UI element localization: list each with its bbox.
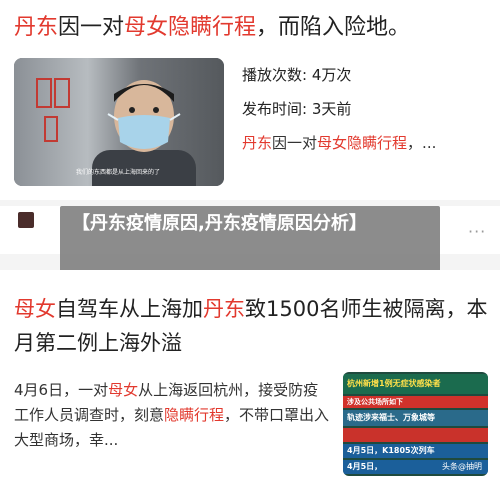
highlight-keyword: 隐瞒行程	[164, 406, 225, 424]
top-card-title[interactable]: 丹东因一对母女隐瞒行程，而陷入险地。	[14, 10, 494, 46]
thumbnail-row: 轨迹涉来福士、万象城等	[343, 410, 488, 426]
thumbnail-headline: 杭州新增1例无症状感染者	[343, 374, 488, 394]
title-text: 因一对	[58, 15, 125, 40]
description-text: ，...	[407, 134, 437, 152]
highlight-keyword: 丹东	[242, 134, 273, 152]
square-icon	[18, 212, 34, 228]
thumbnail-row	[343, 428, 488, 442]
highlight-keyword: 母女隐瞒行程	[317, 134, 408, 152]
thumbnail-row: 4月5日，K1805次列车	[343, 444, 488, 458]
wall-poster-shape	[44, 116, 58, 142]
publish-time: 发布时间: 3天前	[242, 100, 352, 118]
thumbnail-subhead: 涉及公共场所如下	[343, 396, 488, 408]
video-thumbnail[interactable]: 我们的东西都是从上海回来的了	[14, 58, 224, 186]
more-options-icon[interactable]: ···	[468, 222, 486, 241]
news-thumbnail[interactable]: 杭州新增1例无症状感染者 涉及公共场所如下 轨迹涉来福士、万象城等 4月5日，K…	[343, 372, 488, 476]
highlight-keyword: 丹东	[14, 15, 59, 40]
page: 丹东因一对母女隐瞒行程，而陷入险地。 我们的东西都是从上海回来的了 播放次数: …	[0, 0, 500, 483]
article-snippet[interactable]: 4月6日，一对母女从上海返回杭州，接受防疫工作人员调查时，刻意隐瞒行程，不带口罩…	[14, 378, 330, 453]
play-count: 播放次数: 4万次	[242, 66, 352, 84]
highlight-keyword: 母女隐瞒行程	[124, 15, 257, 40]
bottom-card-title[interactable]: 母女自驾车从上海加丹东致1500名师生被隔离，本月第二例上海外溢	[14, 292, 494, 360]
wall-poster-shape	[36, 78, 52, 108]
video-description[interactable]: 丹东因一对母女隐瞒行程，...	[242, 132, 496, 153]
video-caption: 我们的东西都是从上海回来的了	[76, 169, 161, 176]
snippet-text: 4月6日，一对	[14, 381, 109, 399]
title-text: ，而陷入险地。	[256, 15, 411, 40]
highlight-keyword: 母女	[108, 381, 139, 399]
headline-overlay-text: 【丹东疫情原因,丹东疫情原因分析】	[72, 213, 367, 234]
description-text: 因一对	[272, 134, 318, 152]
highlight-keyword: 丹东	[203, 297, 245, 321]
highlight-keyword: 母女	[14, 297, 56, 321]
title-text: 自驾车从上海加	[56, 297, 203, 321]
source-watermark: 头条@抽明	[442, 462, 482, 471]
wall-poster-shape	[54, 78, 70, 108]
